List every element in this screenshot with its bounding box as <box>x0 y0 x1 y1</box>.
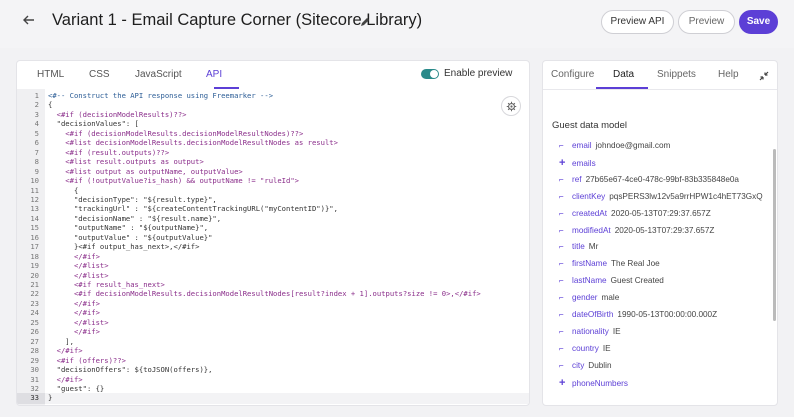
link-icon: ⌐ <box>559 174 564 184</box>
property-value: Guest Created <box>610 276 664 286</box>
property-value: IE <box>612 326 621 336</box>
property-value: The Real Joe <box>611 259 660 269</box>
property-value: 2020-05-13T07:29:37.657Z <box>611 208 711 218</box>
line-number: 33 <box>17 393 45 404</box>
data-property-row[interactable]: ⌐ title Mr <box>559 240 598 254</box>
property-key: phoneNumbers <box>572 378 628 388</box>
property-key: emails <box>572 158 596 168</box>
data-property-row[interactable]: ⌐ gender male <box>559 291 619 305</box>
link-icon: ⌐ <box>559 141 564 150</box>
property-value: 2020-05-13T07:29:37.657Z <box>614 225 715 235</box>
code-editor-panel: HTML CSS JavaScript API Enable preview 1… <box>16 60 530 406</box>
enable-preview-toggle[interactable] <box>421 69 439 79</box>
data-property-row[interactable]: ⌐ clientKey pqsPERS3lw12v5a9rrHPW1c4hET73G… <box>559 190 763 204</box>
link-icon: ⌐ <box>559 242 564 252</box>
code-text: } <box>48 393 53 403</box>
property-value: Mr <box>588 242 599 252</box>
property-key: clientKey <box>572 191 606 201</box>
data-property-row[interactable]: ⌐ city Dublin <box>559 359 612 373</box>
link-icon: ⌐ <box>559 191 564 201</box>
preview-button[interactable]: Preview <box>678 10 735 34</box>
back-arrow-icon[interactable] <box>22 13 40 31</box>
property-value: pqsPERS3lw12v5a9rrHPW1c4hET73GxQ <box>609 191 763 201</box>
link-icon: ⌐ <box>559 208 564 218</box>
plus-icon: + <box>559 156 566 169</box>
code-line[interactable]: 33} <box>17 393 529 404</box>
preview-api-button[interactable]: Preview API <box>601 10 674 34</box>
link-icon: ⌐ <box>559 310 564 319</box>
property-key: modifiedAt <box>572 225 611 235</box>
data-property-row[interactable]: ⌐ country IE <box>559 342 611 356</box>
property-key: nationality <box>572 326 609 336</box>
data-property-row[interactable]: ⌐ modifiedAt 2020-05-13T07:29:37.657Z <box>559 224 714 238</box>
link-icon: ⌐ <box>559 225 564 235</box>
property-key: createdAt <box>572 208 608 218</box>
data-property-row[interactable]: ⌐ lastName Guest Created <box>559 274 664 288</box>
property-value: Dublin <box>588 360 612 370</box>
scrollbar-thumb[interactable] <box>773 149 776 321</box>
link-icon: ⌐ <box>559 293 564 303</box>
section-title: Guest data model <box>552 120 627 131</box>
data-property-row[interactable]: ⌐ nationality IE <box>559 325 621 339</box>
edit-title-pencil-icon[interactable] <box>360 14 374 28</box>
tab-data[interactable]: Data <box>613 69 634 80</box>
data-property-row[interactable]: ⌐ createdAt 2020-05-13T07:29:37.657Z <box>559 207 711 221</box>
tab-html[interactable]: HTML <box>37 69 64 80</box>
property-value: johndoe@gmail.com <box>595 141 671 150</box>
collapse-panel-icon[interactable] <box>759 68 771 81</box>
plus-icon: + <box>559 376 566 389</box>
tab-help[interactable]: Help <box>718 69 739 80</box>
data-property-row[interactable]: + phoneNumbers <box>559 376 632 390</box>
enable-preview-label: Enable preview <box>444 68 513 79</box>
link-icon: ⌐ <box>559 276 564 286</box>
tab-snippets[interactable]: Snippets <box>657 69 696 80</box>
property-key: country <box>572 343 599 353</box>
property-value: male <box>601 293 620 303</box>
link-icon: ⌐ <box>559 326 564 336</box>
link-icon: ⌐ <box>559 360 564 370</box>
data-property-row[interactable]: ⌐ dateOfBirth 1990-05-13T00:00:00.000Z <box>559 308 717 322</box>
data-panel: Configure Data Snippets Help Guest data … <box>542 60 778 406</box>
data-property-row[interactable]: ⌐ ref 27b65e67-4ce0-478c-99bf-83b335848e0a <box>559 173 739 187</box>
property-value: 27b65e67-4ce0-478c-99bf-83b335848e0a <box>585 174 739 184</box>
property-key: city <box>572 360 585 370</box>
save-button[interactable]: Save <box>739 10 778 34</box>
editor-settings-gear-icon[interactable] <box>501 96 521 116</box>
data-property-row[interactable]: ⌐ firstName The Real Joe <box>559 257 660 271</box>
property-key: title <box>572 242 585 252</box>
link-icon: ⌐ <box>559 343 564 353</box>
link-icon: ⌐ <box>559 259 564 269</box>
tab-api[interactable]: API <box>206 69 222 80</box>
app-header: Variant 1 - Email Capture Corner (Siteco… <box>0 0 794 48</box>
tab-javascript[interactable]: JavaScript <box>135 69 182 80</box>
property-key: firstName <box>572 259 608 269</box>
property-key: lastName <box>572 276 607 286</box>
property-key: ref <box>572 174 582 184</box>
data-property-row[interactable]: + emails <box>559 156 600 170</box>
editor-tabs: HTML CSS JavaScript API Enable preview <box>17 61 529 89</box>
property-key: gender <box>572 293 598 303</box>
property-value: 1990-05-13T00:00:00.000Z <box>617 310 718 319</box>
tab-css[interactable]: CSS <box>89 69 110 80</box>
code-editor[interactable]: 1 <#-- Construct the API response using F… <box>17 89 529 405</box>
tab-configure[interactable]: Configure <box>551 69 594 80</box>
tabs-divider <box>543 89 777 90</box>
property-key: email <box>572 141 592 150</box>
property-key: dateOfBirth <box>572 310 614 319</box>
data-property-row[interactable]: ⌐ email johndoe@gmail.com <box>559 139 670 153</box>
property-value: IE <box>602 343 611 353</box>
